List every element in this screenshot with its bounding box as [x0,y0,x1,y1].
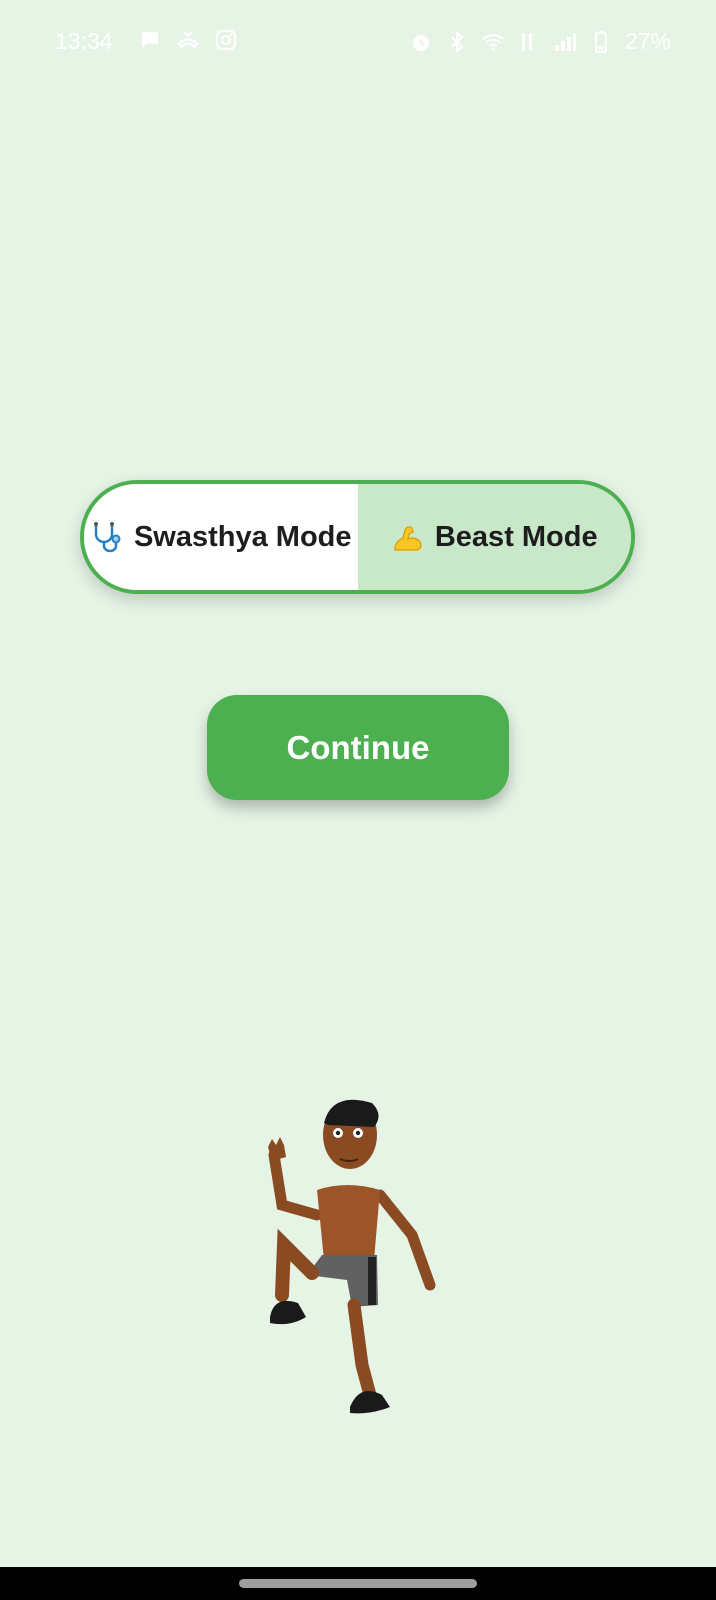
home-gesture-handle[interactable] [239,1579,477,1588]
system-status-icons: 27% [409,28,671,55]
swasthya-mode-option[interactable]: Swasthya Mode [84,484,358,590]
missed-call-icon [177,31,199,49]
instagram-icon [216,30,236,50]
beast-mode-label: Beast Mode [434,520,598,553]
flexed-biceps-icon [394,526,422,551]
stethoscope-icon [93,522,121,553]
signal-icon [554,32,576,51]
chat-bubble-icon [142,32,158,48]
app-screen: 13:34 27% Swasthya Mode Beast Mode Conti… [0,0,716,1600]
status-bar: 13:34 27% [0,0,716,84]
notification-icons [138,28,238,52]
bluetooth-icon [451,30,464,53]
beast-mode-option[interactable]: Beast Mode [357,484,631,590]
exercising-man-illustration [268,1099,436,1414]
battery-icon [594,30,607,53]
status-time: 13:34 [55,28,113,54]
battery-percent: 27% [624,28,671,54]
wifi-icon [482,33,504,51]
navigation-bar [0,1567,716,1600]
continue-button[interactable]: Continue [207,695,509,800]
mode-toggle[interactable]: Swasthya Mode Beast Mode [80,480,635,594]
volte-icon [521,32,532,51]
alarm-icon [412,34,429,51]
swasthya-mode-label: Swasthya Mode [133,520,352,553]
